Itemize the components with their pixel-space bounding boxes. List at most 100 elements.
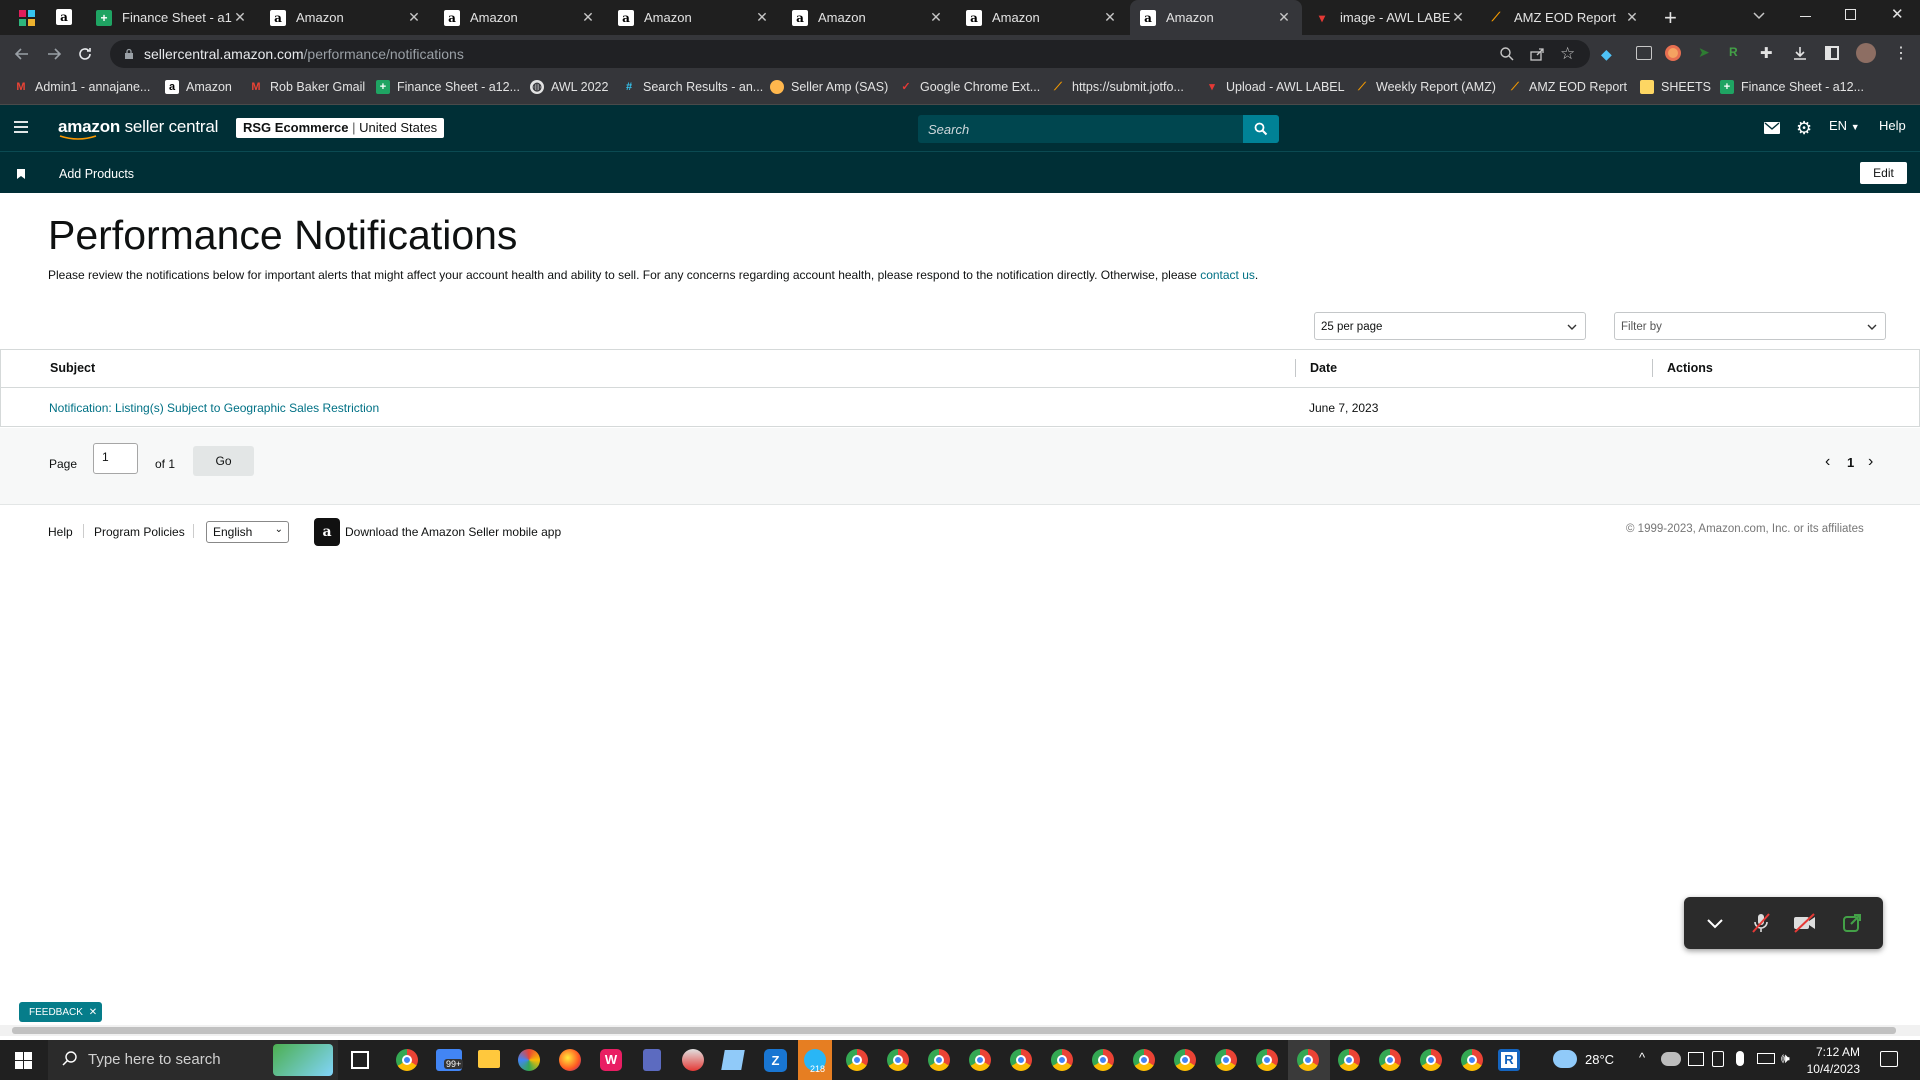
display-icon[interactable] (1688, 1052, 1704, 1066)
reload-icon[interactable] (77, 46, 93, 62)
hamburger-menu-icon[interactable] (14, 121, 28, 133)
feedback-button[interactable]: FEEDBACK ✕ (19, 1002, 102, 1022)
amazon-pinned-tab-icon[interactable]: a (56, 9, 72, 25)
chrome-profile-icon[interactable] (1010, 1049, 1032, 1071)
extension-arrow-icon[interactable]: ➤ (1698, 44, 1710, 61)
close-icon[interactable]: ✕ (928, 9, 944, 26)
tab-search-icon[interactable] (18, 9, 36, 27)
horizontal-scrollbar[interactable] (0, 1025, 1920, 1036)
bookmark-item[interactable]: + Finance Sheet - a12... (1720, 80, 1864, 94)
chrome-profile-icon-active[interactable] (1297, 1049, 1319, 1071)
close-icon[interactable]: ✕ (232, 9, 248, 26)
bookmark-icon[interactable] (17, 169, 25, 179)
side-panel-icon[interactable] (1825, 46, 1839, 60)
filter-select[interactable]: Filter by (1614, 312, 1886, 340)
close-icon[interactable]: ✕ (89, 1007, 97, 1018)
chevron-down-icon[interactable] (1752, 8, 1766, 22)
column-date[interactable]: Date (1310, 361, 1337, 375)
footer-program-policies-link[interactable]: Program Policies (94, 525, 185, 539)
download-icon[interactable] (1792, 45, 1808, 61)
chrome-profile-icon[interactable] (1051, 1049, 1073, 1071)
speaker-icon[interactable]: 🕪 (1781, 1050, 1790, 1067)
bookmark-item[interactable]: # Search Results - an... (622, 80, 763, 94)
close-icon[interactable]: ✕ (1102, 9, 1118, 26)
notes-taskbar-icon[interactable] (721, 1050, 745, 1070)
page-number-input[interactable]: 1 (93, 443, 138, 474)
notification-subject-link[interactable]: Notification: Listing(s) Subject to Geog… (49, 401, 379, 415)
battery-icon[interactable] (1757, 1053, 1775, 1064)
download-app-link[interactable]: Download the Amazon Seller mobile app (345, 525, 561, 539)
search-input[interactable]: Search (918, 115, 1279, 143)
close-icon[interactable]: ✕ (1450, 9, 1466, 26)
menu-dots-icon[interactable]: ⋮ (1893, 43, 1909, 63)
search-button[interactable] (1243, 115, 1279, 143)
chrome-profile-icon[interactable] (1338, 1049, 1360, 1071)
share-icon[interactable] (1529, 46, 1545, 62)
current-page[interactable]: 1 (1847, 455, 1854, 470)
telegram-taskbar-icon[interactable]: 218 (798, 1040, 832, 1080)
wps-icon[interactable]: W (600, 1049, 622, 1071)
new-tab-icon[interactable]: + (1664, 5, 1677, 31)
forward-icon[interactable] (46, 46, 62, 62)
extension-diamond-icon[interactable]: ◆ (1601, 46, 1612, 63)
contact-us-link[interactable]: contact us (1200, 268, 1255, 282)
url-bar[interactable]: sellercentral.amazon.com/performance/not… (110, 40, 1590, 68)
app-taskbar-icon[interactable] (682, 1049, 704, 1071)
chrome-profile-icon[interactable] (1215, 1049, 1237, 1071)
back-icon[interactable] (14, 46, 30, 62)
r-app-icon[interactable]: R (1498, 1049, 1520, 1071)
device-icon[interactable] (1712, 1051, 1724, 1067)
scrollbar-thumb[interactable] (12, 1027, 1896, 1034)
tab-amazon-1[interactable]: a Amazon ✕ (260, 0, 432, 35)
zoom-icon[interactable] (1499, 46, 1515, 62)
microphone-icon[interactable] (1736, 1051, 1744, 1066)
open-external-icon[interactable] (1841, 912, 1863, 934)
weather-cloud-icon[interactable] (1553, 1050, 1577, 1068)
subject-text[interactable]: Notification: Listing(s) Subject to Geog… (49, 401, 379, 415)
chrome-profile-icon[interactable] (887, 1049, 909, 1071)
close-window-icon[interactable]: ✕ (1891, 5, 1904, 23)
go-button[interactable]: Go (193, 446, 254, 476)
chevron-right-icon[interactable]: › (1868, 453, 1873, 471)
extension-r-icon[interactable]: R (1729, 45, 1738, 59)
close-icon[interactable]: ✕ (580, 9, 596, 26)
tab-amazon-2[interactable]: a Amazon ✕ (434, 0, 606, 35)
chrome-taskbar-icon[interactable] (396, 1049, 418, 1071)
extension-off-icon[interactable] (1636, 46, 1652, 60)
help-link[interactable]: Help (1879, 118, 1906, 133)
chevron-left-icon[interactable]: ‹ (1825, 453, 1830, 471)
bookmark-item[interactable]: ◍ AWL 2022 (530, 80, 608, 94)
lock-icon[interactable] (124, 48, 134, 60)
windows-start-icon[interactable] (15, 1052, 32, 1069)
tray-overflow-icon[interactable]: ^ (1639, 1050, 1645, 1065)
tab-amazon-5[interactable]: a Amazon ✕ (956, 0, 1128, 35)
tab-amazon-4[interactable]: a Amazon ✕ (782, 0, 954, 35)
notification-center-icon[interactable] (1880, 1051, 1898, 1067)
clock-time[interactable]: 7:12 AM (1800, 1045, 1860, 1059)
calculator-icon[interactable] (643, 1049, 661, 1071)
nav-add-products[interactable]: Add Products (59, 167, 134, 181)
edit-button[interactable]: Edit (1860, 162, 1907, 184)
bookmark-item[interactable]: SHEETS (1640, 80, 1711, 94)
restore-icon[interactable] (1845, 9, 1856, 20)
tab-finance-sheet[interactable]: + Finance Sheet - a12 ✕ (86, 0, 258, 35)
firefox-icon[interactable] (559, 1049, 581, 1071)
tab-awl-label[interactable]: ▾ image - AWL LABEL ✕ (1304, 0, 1476, 35)
camera-off-icon[interactable] (1792, 912, 1818, 934)
extension-circle-icon[interactable] (1665, 45, 1681, 61)
bookmark-item[interactable]: ⟋ https://submit.jotfo... (1051, 80, 1184, 94)
close-icon[interactable]: ✕ (1276, 9, 1292, 26)
bookmark-item[interactable]: ✓ Google Chrome Ext... (899, 80, 1040, 94)
tab-eod-report[interactable]: ⟋ AMZ EOD Report ✕ (1478, 0, 1650, 35)
bookmark-item[interactable]: ⟋ Weekly Report (AMZ) (1355, 80, 1496, 94)
file-explorer-icon[interactable] (478, 1050, 500, 1068)
chrome-profile-icon[interactable] (969, 1049, 991, 1071)
bookmark-item[interactable]: ▾ Upload - AWL LABEL (1205, 80, 1344, 94)
mic-off-icon[interactable] (1750, 912, 1772, 934)
avatar[interactable] (1856, 43, 1876, 63)
bookmark-item[interactable]: + Finance Sheet - a12... (376, 80, 520, 94)
bookmark-star-icon[interactable]: ☆ (1560, 44, 1575, 64)
bookmark-item[interactable]: ⟋ AMZ EOD Report (1508, 80, 1627, 94)
chrome-profile-icon[interactable] (846, 1049, 868, 1071)
footer-help-link[interactable]: Help (48, 525, 73, 539)
